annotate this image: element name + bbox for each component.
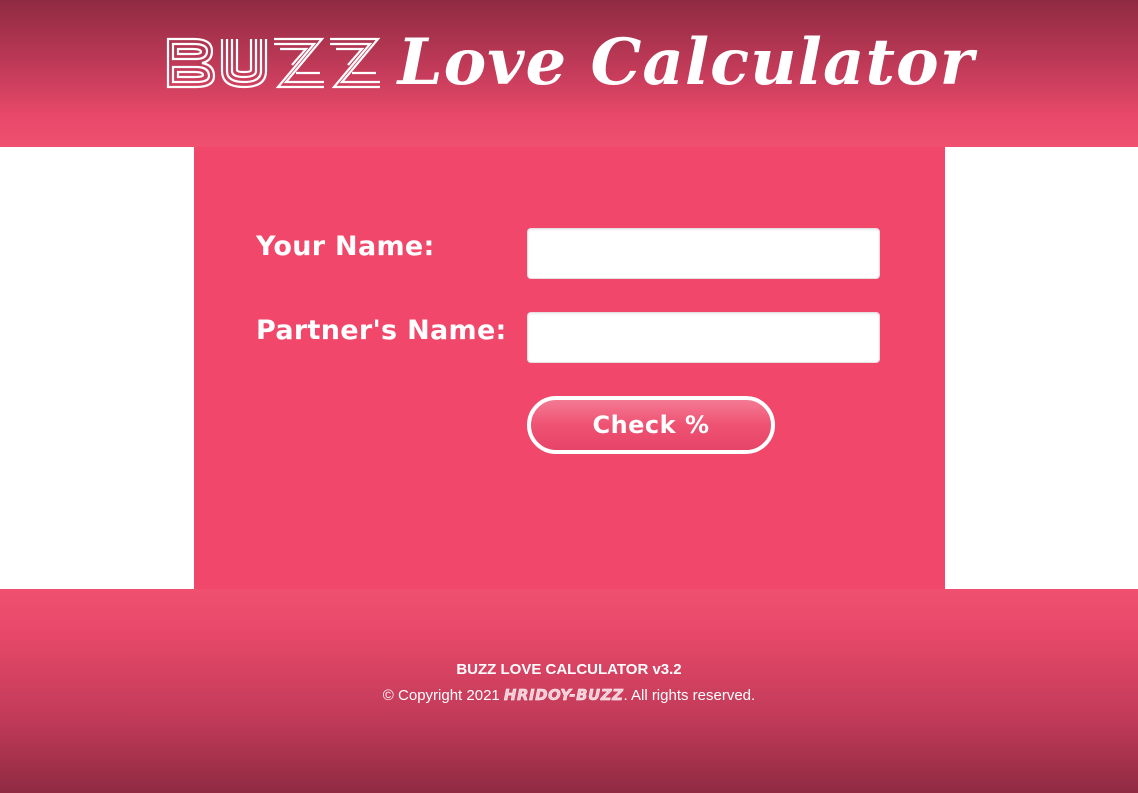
copyright-prefix: © Copyright 2021: [382, 687, 504, 704]
site-header: Love Calculator: [0, 0, 1138, 147]
site-footer: BUZZ LOVE CALCULATOR v3.2 © Copyright 20…: [0, 589, 1138, 793]
partner-name-label: Partner's Name:: [256, 315, 507, 346]
page-title: Love Calculator: [0, 18, 1138, 108]
partner-name-input[interactable]: [527, 312, 880, 363]
calculator-form: Your Name: Partner's Name: Check %: [194, 147, 945, 589]
copyright-suffix: . All rights reserved.: [623, 687, 756, 704]
footer-copyright: © Copyright 2021 HRIDOY-BUZZ. All rights…: [0, 686, 1138, 705]
author-link[interactable]: HRIDOY-BUZZ: [504, 686, 624, 705]
check-button[interactable]: Check %: [527, 396, 775, 454]
footer-app-name: BUZZ LOVE CALCULATOR v3.2: [456, 661, 682, 678]
left-margin: [0, 147, 194, 589]
your-name-label: Your Name:: [256, 231, 435, 262]
title-text: Love Calculator: [397, 25, 975, 100]
right-margin: [945, 147, 1138, 589]
your-name-input[interactable]: [527, 228, 880, 279]
buzz-logo-icon: [166, 37, 380, 89]
